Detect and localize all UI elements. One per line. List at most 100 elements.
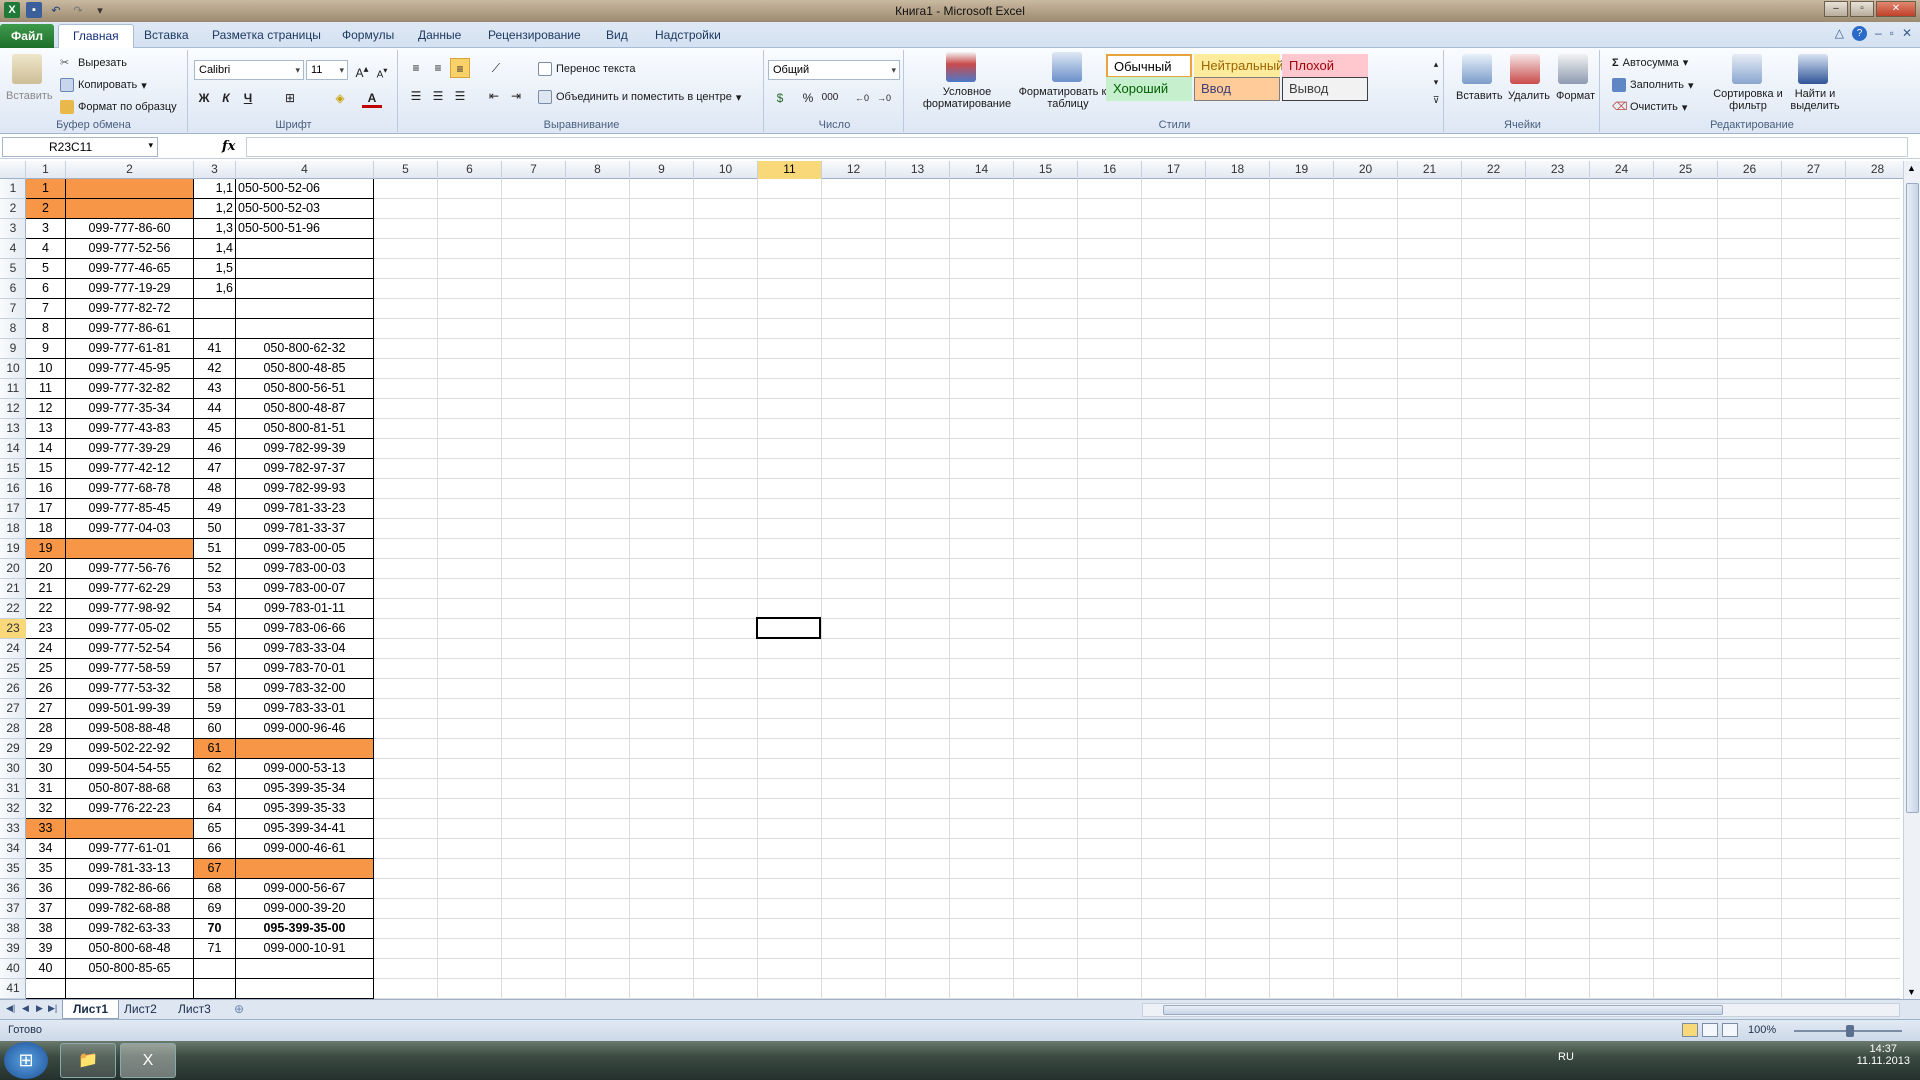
decrease-decimal-icon[interactable]: →0 xyxy=(874,88,894,108)
number-format-select[interactable]: Общий xyxy=(768,60,900,80)
table-cell[interactable]: 70 xyxy=(194,919,236,939)
table-cell[interactable]: 050-800-56-51 xyxy=(236,379,374,399)
table-cell[interactable]: 44 xyxy=(194,399,236,419)
table-cell[interactable] xyxy=(26,979,66,999)
table-cell[interactable]: 099-777-53-32 xyxy=(66,679,194,699)
table-cell[interactable]: 45 xyxy=(194,419,236,439)
column-header[interactable]: 13 xyxy=(886,161,950,179)
sheet-tab-1[interactable]: Лист1 xyxy=(62,1000,120,1019)
column-header[interactable]: 18 xyxy=(1206,161,1270,179)
tab-insert[interactable]: Вставка xyxy=(144,28,189,42)
table-cell[interactable]: 099-777-62-29 xyxy=(66,579,194,599)
percent-button[interactable]: % xyxy=(798,88,818,108)
row-header[interactable]: 5 xyxy=(0,259,26,279)
table-cell[interactable]: 099-781-33-13 xyxy=(66,859,194,879)
prev-sheet-icon[interactable]: ◀ xyxy=(22,1003,29,1014)
table-cell[interactable]: 099-502-22-92 xyxy=(66,739,194,759)
column-header[interactable]: 20 xyxy=(1334,161,1398,179)
column-header[interactable]: 2 xyxy=(66,161,194,179)
table-cell[interactable]: 52 xyxy=(194,559,236,579)
table-cell[interactable]: 31 xyxy=(26,779,66,799)
row-header[interactable]: 13 xyxy=(0,419,26,439)
table-cell[interactable]: 099-783-00-03 xyxy=(236,559,374,579)
select-all-corner[interactable] xyxy=(0,161,26,179)
column-header[interactable]: 17 xyxy=(1142,161,1206,179)
windows-start-icon[interactable]: ⊞ xyxy=(4,1042,48,1079)
table-cell[interactable]: 099-777-52-56 xyxy=(66,239,194,259)
row-header[interactable]: 14 xyxy=(0,439,26,459)
table-cell[interactable]: 099-777-42-12 xyxy=(66,459,194,479)
next-sheet-icon[interactable]: ▶ xyxy=(36,1003,43,1014)
table-cell[interactable] xyxy=(236,739,374,759)
table-cell[interactable]: 22 xyxy=(26,599,66,619)
row-header[interactable]: 36 xyxy=(0,879,26,899)
table-cell[interactable]: 099-777-85-45 xyxy=(66,499,194,519)
table-cell[interactable]: 56 xyxy=(194,639,236,659)
paste-icon[interactable] xyxy=(12,54,42,84)
row-header[interactable]: 30 xyxy=(0,759,26,779)
table-cell[interactable]: 61 xyxy=(194,739,236,759)
row-header[interactable]: 34 xyxy=(0,839,26,859)
table-cell[interactable]: 35 xyxy=(26,859,66,879)
underline-button[interactable]: Ч xyxy=(238,88,258,108)
table-cell[interactable]: 099-508-88-48 xyxy=(66,719,194,739)
table-cell[interactable]: 099-783-00-05 xyxy=(236,539,374,559)
autosum-button[interactable]: Σ Автосумма ▾ xyxy=(1612,56,1688,70)
horizontal-scroll-thumb[interactable] xyxy=(1163,1005,1723,1015)
table-cell[interactable]: 16 xyxy=(26,479,66,499)
table-cell[interactable]: 050-800-85-65 xyxy=(66,959,194,979)
sheet-tab-3[interactable]: Лист3 xyxy=(168,1000,221,1019)
table-cell[interactable]: 099-777-32-82 xyxy=(66,379,194,399)
table-cell[interactable]: 1,3 xyxy=(194,219,236,239)
row-header[interactable]: 1 xyxy=(0,179,26,199)
align-top-icon[interactable]: ≡ xyxy=(406,58,426,78)
table-cell[interactable]: 099-777-61-81 xyxy=(66,339,194,359)
table-cell[interactable]: 099-783-33-01 xyxy=(236,699,374,719)
cell-style-option[interactable]: Нейтральный xyxy=(1194,54,1283,78)
table-cell[interactable]: 48 xyxy=(194,479,236,499)
table-cell[interactable]: 54 xyxy=(194,599,236,619)
table-cell[interactable]: 23 xyxy=(26,619,66,639)
fill-button[interactable]: Заполнить ▾ xyxy=(1612,78,1694,92)
table-cell[interactable]: 099-783-32-00 xyxy=(236,679,374,699)
table-cell[interactable] xyxy=(194,979,236,999)
table-cell[interactable]: 099-781-33-37 xyxy=(236,519,374,539)
table-cell[interactable]: 099-782-68-88 xyxy=(66,899,194,919)
table-cell[interactable]: 099-000-56-67 xyxy=(236,879,374,899)
thousands-button[interactable]: 000 xyxy=(820,88,840,108)
table-cell[interactable] xyxy=(194,959,236,979)
table-cell[interactable]: 099-000-96-46 xyxy=(236,719,374,739)
row-header[interactable]: 19 xyxy=(0,539,26,559)
font-size-select[interactable]: 11 xyxy=(306,60,348,80)
column-header[interactable]: 14 xyxy=(950,161,1014,179)
table-cell[interactable]: 55 xyxy=(194,619,236,639)
row-header[interactable]: 21 xyxy=(0,579,26,599)
horizontal-scrollbar[interactable] xyxy=(1142,1003,1900,1017)
table-cell[interactable]: 27 xyxy=(26,699,66,719)
table-cell[interactable] xyxy=(236,279,374,299)
row-header[interactable]: 18 xyxy=(0,519,26,539)
table-cell[interactable]: 099-777-86-60 xyxy=(66,219,194,239)
table-cell[interactable] xyxy=(194,319,236,339)
table-cell[interactable] xyxy=(66,199,194,219)
table-cell[interactable] xyxy=(236,299,374,319)
table-cell[interactable]: 099-777-86-61 xyxy=(66,319,194,339)
table-cell[interactable]: 1,2 xyxy=(194,199,236,219)
table-cell[interactable]: 62 xyxy=(194,759,236,779)
font-name-select[interactable]: Calibri xyxy=(194,60,304,80)
zoom-slider-knob[interactable] xyxy=(1846,1025,1854,1037)
table-cell[interactable]: 095-399-34-41 xyxy=(236,819,374,839)
tab-page-layout[interactable]: Разметка страницы xyxy=(212,28,321,42)
table-cell[interactable] xyxy=(66,179,194,199)
column-header[interactable]: 10 xyxy=(694,161,758,179)
vertical-scrollbar[interactable]: ▲ ▼ xyxy=(1903,161,1920,999)
currency-icon[interactable]: $ xyxy=(770,88,790,108)
row-header[interactable]: 20 xyxy=(0,559,26,579)
table-cell[interactable]: 099-783-33-04 xyxy=(236,639,374,659)
insert-cells-icon[interactable] xyxy=(1462,54,1492,84)
table-cell[interactable]: 12 xyxy=(26,399,66,419)
worksheet-grid[interactable]: 1 1,1 050-500-52-06 2 1,2 050-500-52-03 3 099-7… xyxy=(26,179,1900,999)
doc-close-icon[interactable]: ✕ xyxy=(1902,26,1912,41)
table-cell[interactable]: 8 xyxy=(26,319,66,339)
row-header[interactable]: 33 xyxy=(0,819,26,839)
